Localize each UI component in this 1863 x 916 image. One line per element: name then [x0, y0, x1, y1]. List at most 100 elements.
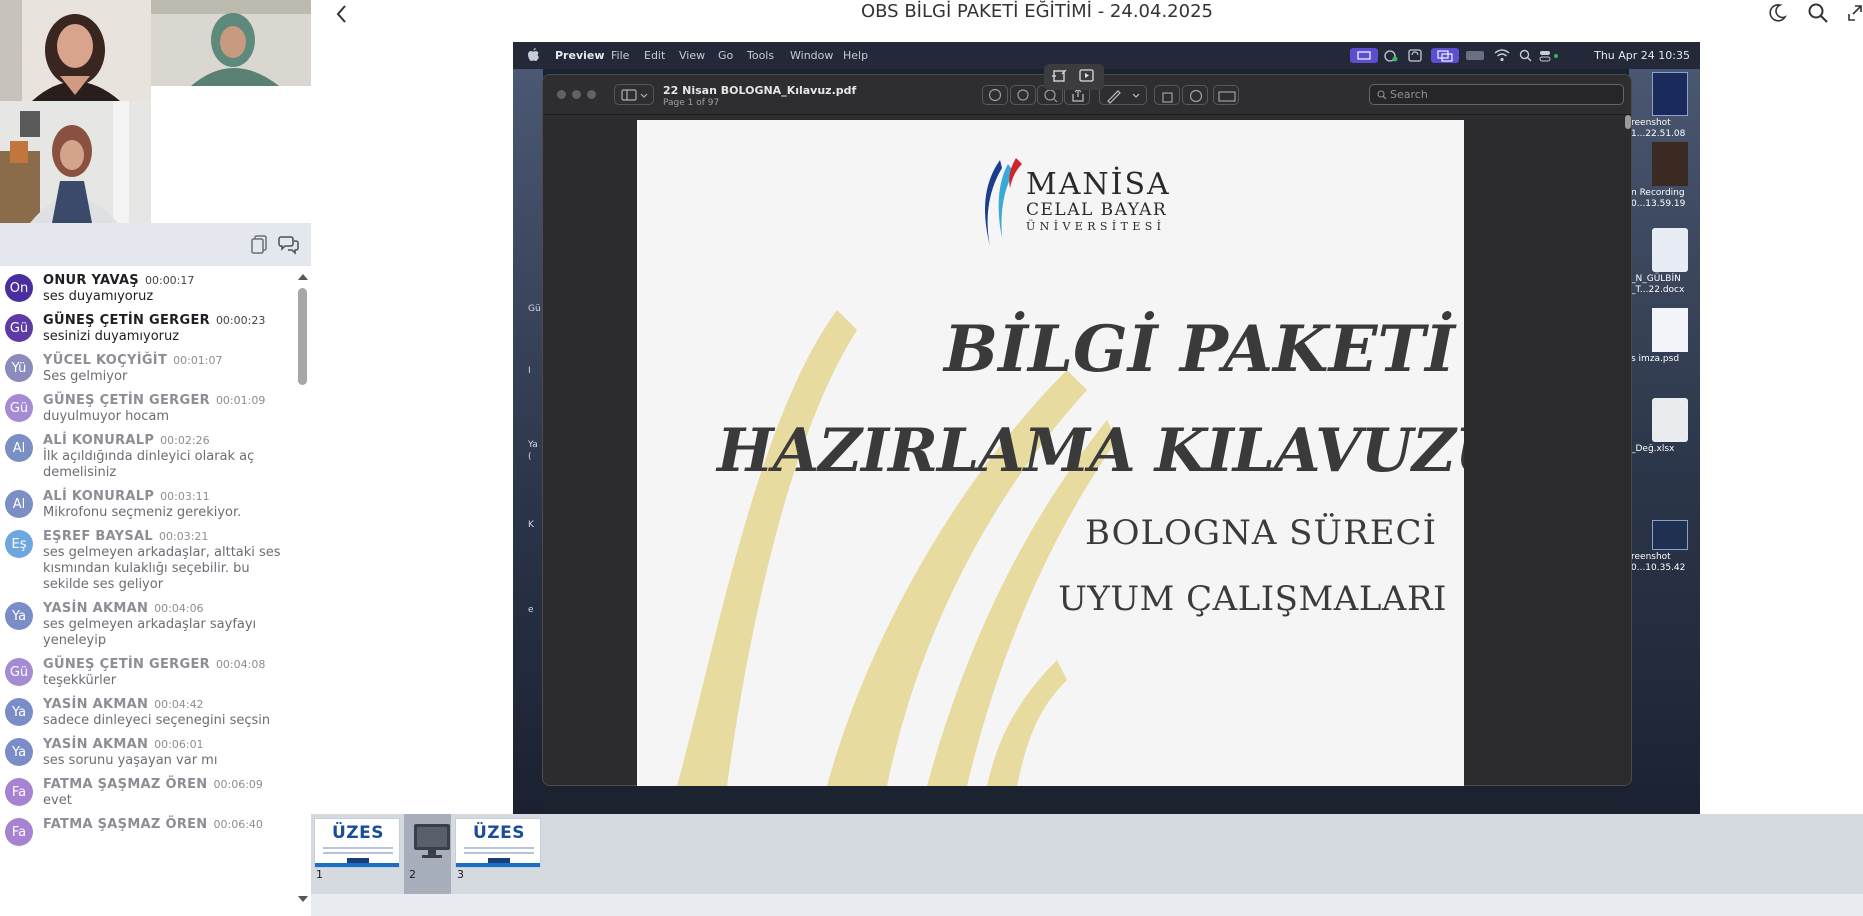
chat-bubbles-icon[interactable]: [278, 233, 300, 255]
participant-video-1-image: [0, 0, 151, 101]
app-root: On ONUR YAVAŞ 00:00:17 ses duyamıyoruz Gü GÜN…: [0, 0, 1863, 916]
preview-search-field[interactable]: Search: [1369, 84, 1624, 105]
rotate-button[interactable]: [1154, 85, 1180, 105]
markup-pen-button[interactable]: [1099, 85, 1147, 105]
scroll-up-arrow-icon[interactable]: [298, 274, 308, 280]
chat-sender-name: YÜCEL KOÇYİĞİT: [43, 353, 168, 368]
pen-icon: [1107, 90, 1140, 104]
chat-sender-name: ONUR YAVAŞ: [43, 273, 139, 288]
chat-message-header: YASİN AKMAN 00:04:42: [43, 696, 288, 713]
desktop-file-screenshot-2[interactable]: reenshot 0...10.35.42: [1629, 520, 1700, 574]
wifi-icon[interactable]: [1494, 48, 1510, 63]
chat-message-text: ses gelmeyen arkadaşlar sayfayı yeneleyi…: [43, 617, 257, 648]
slide-thumbnail-3[interactable]: ÜZES 3: [452, 814, 544, 894]
desktop-left-label: I: [528, 366, 531, 376]
preview-scroll-thumb[interactable]: [1625, 115, 1631, 129]
window-minimize-button[interactable]: [572, 90, 581, 99]
desktop-file-xlsx[interactable]: _Değ.xlsx: [1629, 398, 1700, 455]
chat-sender-name: FATMA ŞAŞMAZ ÖREN: [43, 817, 208, 832]
control-center-icon[interactable]: [1539, 48, 1561, 63]
zoom-out-button[interactable]: [1010, 85, 1036, 105]
copy-chat-icon[interactable]: [249, 233, 271, 255]
chat-sender-name: ALİ KONURALP: [43, 433, 155, 448]
zoom-out-icon: [1017, 89, 1029, 101]
markup-button[interactable]: [1182, 85, 1208, 105]
sidebar-toggle-button[interactable]: [614, 84, 654, 105]
user-avatar: Yü: [5, 354, 33, 382]
display-mirror-icon[interactable]: [1431, 48, 1459, 63]
chat-toolbar: [0, 223, 311, 266]
desktop-file-screenshot-1[interactable]: reenshot 1...22.51.08: [1629, 72, 1700, 140]
mac-menu-window[interactable]: Window: [790, 49, 833, 62]
slide-thumbnail-2-screen[interactable]: 2: [404, 814, 451, 894]
window-close-button[interactable]: [557, 90, 566, 99]
mac-menu-go[interactable]: Go: [718, 49, 733, 62]
info-button[interactable]: [982, 85, 1008, 105]
thumb-bar: [315, 863, 399, 867]
form-fill-button[interactable]: [1213, 85, 1239, 105]
scroll-down-arrow-icon[interactable]: [298, 896, 308, 902]
fullscreen-expand-icon[interactable]: [1847, 2, 1863, 24]
page-main-title-2: HAZIRLAMA KILAVUZU: [717, 416, 1464, 486]
spotlight-search-icon[interactable]: [1519, 48, 1532, 63]
window-zoom-button[interactable]: [587, 90, 596, 99]
thumb-text-line: [464, 852, 534, 854]
pdf-page[interactable]: MANİSA CELAL BAYAR ÜNİVERSİTESİ BİLGİ PA…: [637, 120, 1464, 786]
mac-menu-edit[interactable]: Edit: [644, 49, 665, 62]
user-avatar: Gü: [5, 658, 33, 686]
keyboard-input-icon[interactable]: [1465, 48, 1485, 63]
shared-screen[interactable]: Preview File Edit View Go Tools Window H…: [513, 42, 1700, 814]
chat-message-text: Ses gelmiyor: [43, 369, 128, 384]
chat-message: Gü GÜNEŞ ÇETİN GERGER 00:01:09 duyulmuyor h…: [0, 392, 296, 425]
chat-message: Yü YÜCEL KOÇYİĞİT 00:01:07 Ses gelmiyor: [0, 352, 296, 385]
participant-video-2[interactable]: [151, 0, 311, 86]
chat-scroll-thumb[interactable]: [298, 288, 307, 385]
screen-share-status-icon[interactable]: [1350, 48, 1378, 63]
dark-mode-moon-icon[interactable]: [1766, 2, 1788, 24]
participant-video-2-image: [151, 0, 311, 86]
desktop-file-docx[interactable]: _N_GÜLBİN _T...22.docx: [1629, 228, 1700, 296]
user-avatar: Gü: [5, 314, 33, 342]
preview-scrollbar[interactable]: [1623, 115, 1631, 785]
slide-thumbnail-1[interactable]: ÜZES 1: [311, 814, 403, 894]
desktop-file-psd[interactable]: s imza.psd: [1629, 308, 1700, 365]
chat-message: Ya YASİN AKMAN 00:04:06 ses gelmeyen arkada…: [0, 600, 296, 649]
mac-menu-file[interactable]: File: [611, 49, 629, 62]
thumb-bar: [456, 863, 540, 867]
monitor-icon: [414, 824, 450, 858]
participant-video-1[interactable]: [0, 0, 151, 101]
page-subtitle-1: BOLOGNA SÜRECİ: [1084, 513, 1437, 553]
user-avatar: Eş: [5, 530, 33, 558]
mac-menu-app[interactable]: Preview: [555, 49, 605, 62]
chat-timestamp: 00:06:40: [213, 818, 263, 831]
chat-message-list[interactable]: On ONUR YAVAŞ 00:00:17 ses duyamıyoruz Gü GÜN…: [0, 272, 296, 916]
chat-message-header: EŞREF BAYSAL 00:03:21: [43, 528, 288, 545]
sync-icon[interactable]: [1408, 48, 1422, 63]
mac-menu-help[interactable]: Help: [843, 49, 868, 62]
participant-video-3[interactable]: [0, 101, 151, 223]
chat-message-header: GÜNEŞ ÇETİN GERGER 00:01:09: [43, 392, 288, 409]
logo-text-line-1: MANİSA: [1026, 167, 1171, 202]
user-avatar: Ya: [5, 602, 33, 630]
chat-message-text: ses duyamıyoruz: [43, 289, 154, 304]
chat-message: Eş EŞREF BAYSAL 00:03:21 ses gelmeyen arkad…: [0, 528, 296, 593]
menubar-status-icon-1[interactable]: [1383, 48, 1399, 63]
desktop-file-recording[interactable]: n Recording 0...13.59.19: [1629, 142, 1700, 210]
chat-timestamp: 00:01:07: [173, 354, 223, 367]
mac-menu-tools[interactable]: Tools: [747, 49, 774, 62]
user-avatar: Gü: [5, 394, 33, 422]
left-panel: On ONUR YAVAŞ 00:00:17 ses duyamıyoruz Gü GÜN…: [0, 0, 311, 916]
chat-scrollbar[interactable]: [297, 272, 309, 916]
thumb-text-line: [323, 847, 393, 849]
file-name: s imza.psd: [1631, 354, 1680, 364]
uzes-logo-text: ÜZES: [473, 823, 525, 843]
chat-timestamp: 00:00:17: [144, 274, 195, 287]
chat-message-text: teşekkürler: [43, 673, 117, 688]
chat-message-text: sadece dinleyeci seçenegini seçsin: [43, 713, 271, 728]
desktop-left-label: K: [528, 520, 534, 530]
search-icon[interactable]: [1806, 1, 1830, 25]
file-name: _N_GÜLBİN: [1631, 274, 1681, 284]
mac-menu-view[interactable]: View: [679, 49, 705, 62]
document-page-count: Page 1 of 97: [663, 98, 720, 108]
university-logo-mark: [985, 158, 1022, 246]
